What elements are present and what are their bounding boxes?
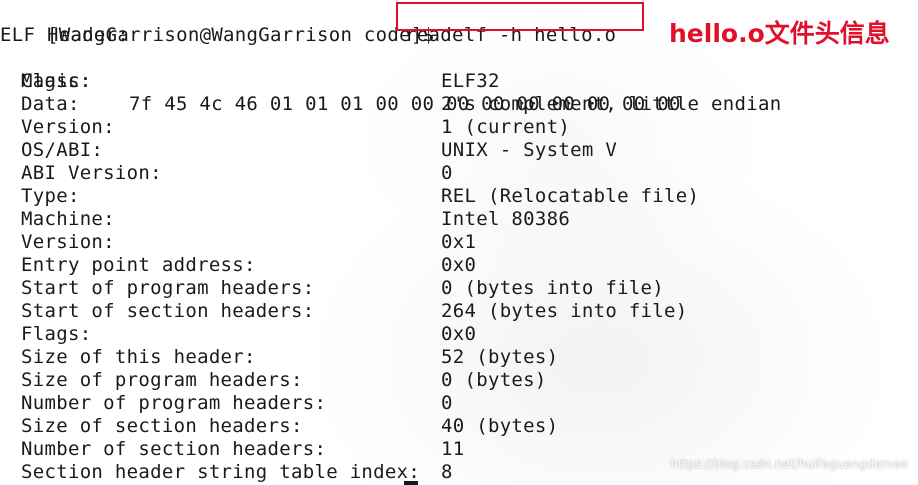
terminal-output[interactable]: [WangGarrison@WangGarrison code]$ readel… — [0, 0, 918, 485]
field-value: 0 (bytes) — [441, 369, 547, 391]
field-value: 264 (bytes into file) — [441, 300, 688, 322]
field-label: Data: — [21, 93, 80, 115]
field-value: 1 (current) — [441, 116, 571, 138]
command-highlight-box — [396, 2, 644, 31]
field-label: Entry point address: — [21, 254, 256, 276]
field-value: 40 (bytes) — [441, 415, 559, 437]
field-label: Start of section headers: — [21, 300, 315, 322]
field-value: 52 (bytes) — [441, 346, 559, 368]
field-label: Machine: — [21, 208, 115, 230]
field-label: Number of program headers: — [21, 392, 327, 414]
field-label: Section header string table index: — [21, 461, 421, 483]
field-label: Size of program headers: — [21, 369, 303, 391]
elf-header-title: ELF Header: — [0, 24, 130, 46]
field-label: Start of program headers: — [21, 277, 315, 299]
field-label: Version: — [21, 116, 115, 138]
field-value: 0 (bytes into file) — [441, 277, 665, 299]
field-label: Class: — [21, 70, 92, 92]
field-label: Flags: — [21, 323, 92, 345]
watermark: https://blog.csdn.net/huifaguangdemao — [670, 457, 908, 471]
field-value: 2's complement, little endian — [441, 93, 782, 115]
field-label: Size of section headers: — [21, 415, 303, 437]
magic-row: Magic: 7f 45 4c 46 01 01 01 00 00 00 00 … — [0, 47, 680, 115]
field-label: Version: — [21, 231, 115, 253]
field-value: ELF32 — [441, 70, 500, 92]
field-value: 0x0 — [441, 323, 477, 345]
field-value: REL (Relocatable file) — [441, 185, 700, 207]
field-value: 0x1 — [441, 231, 477, 253]
field-value: 8 — [441, 461, 453, 483]
field-label: OS/ABI: — [21, 139, 104, 161]
field-label: Number of section headers: — [21, 438, 327, 460]
field-value: UNIX - System V — [441, 139, 618, 161]
field-value: 0 — [441, 162, 453, 184]
terminal-cursor — [404, 481, 418, 485]
field-label: ABI Version: — [21, 162, 162, 184]
field-value: 0x0 — [441, 254, 477, 276]
annotation-label: hello.o文件头信息 — [669, 19, 890, 48]
field-label: Type: — [21, 185, 80, 207]
field-value: Intel 80386 — [441, 208, 571, 230]
field-value: 11 — [441, 438, 465, 460]
field-value: 0 — [441, 392, 453, 414]
prompt-line: [WangGarrison@WangGarrison code]$ readel… — [0, 1, 616, 46]
field-label: Size of this header: — [21, 346, 256, 368]
